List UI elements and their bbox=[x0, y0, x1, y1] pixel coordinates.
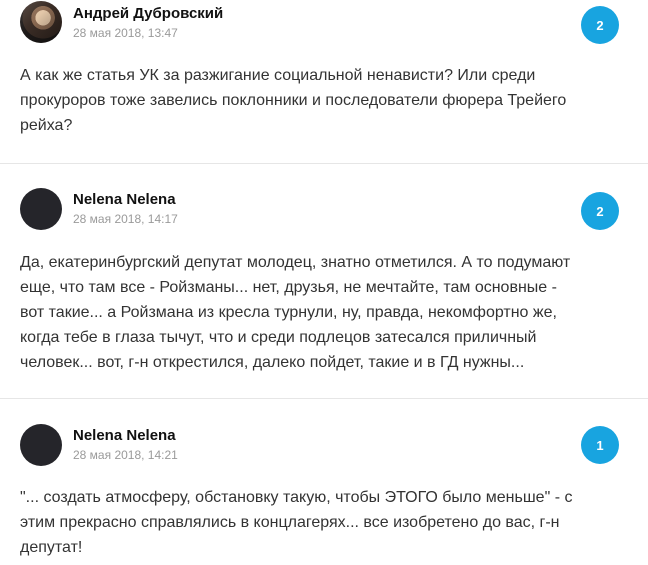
comment-item: Андрей Дубровский 28 мая 2018, 13:47 2 А… bbox=[0, 0, 648, 164]
comment-author[interactable]: Nelena Nelena bbox=[73, 427, 176, 444]
avatar[interactable] bbox=[20, 188, 62, 230]
comment-text-line: этим прекрасно справлялись в концлагерях… bbox=[20, 514, 560, 531]
comment-date: 28 мая 2018, 14:17 bbox=[73, 212, 178, 226]
comment-text-line: еще, что там все - Ройзманы... нет, друз… bbox=[20, 279, 557, 296]
comment-text: Да, екатеринбургский депутат молодец, зн… bbox=[20, 250, 620, 375]
avatar[interactable] bbox=[20, 1, 62, 43]
comment-item: Nelena Nelena 28 мая 2018, 14:21 1 "... … bbox=[0, 399, 648, 565]
comment-text-line: "... создать атмосферу, обстановку такую… bbox=[20, 489, 573, 506]
comment-text-line: Да, екатеринбургский депутат молодец, зн… bbox=[20, 254, 571, 271]
comment-text-line: А как же статья УК за разжигание социаль… bbox=[20, 67, 536, 84]
comment-text-line: депутат! bbox=[20, 539, 83, 556]
comment-date: 28 мая 2018, 13:47 bbox=[73, 26, 178, 40]
comment-date: 28 мая 2018, 14:21 bbox=[73, 448, 178, 462]
comment-text-line: прокуроров тоже завелись поклонники и по… bbox=[20, 92, 567, 109]
comment-text-line: когда тебе в глаза тычут, что и среди по… bbox=[20, 329, 537, 346]
comment-text-line: рейха? bbox=[20, 117, 73, 134]
comment-text: А как же статья УК за разжигание социаль… bbox=[20, 63, 620, 138]
comment-author[interactable]: Nelena Nelena bbox=[73, 191, 176, 208]
comment-author[interactable]: Андрей Дубровский bbox=[73, 5, 223, 22]
reply-count-badge[interactable]: 2 bbox=[581, 6, 619, 44]
reply-count-badge[interactable]: 2 bbox=[581, 192, 619, 230]
reply-count-badge[interactable]: 1 bbox=[581, 426, 619, 464]
avatar[interactable] bbox=[20, 424, 62, 466]
comment-text-line: человек... вот, г-н открестился, далеко … bbox=[20, 354, 525, 371]
comment-text: "... создать атмосферу, обстановку такую… bbox=[20, 485, 620, 560]
comment-text-line: вот такие... а Ройзмана из кресла турнул… bbox=[20, 304, 557, 321]
comment-item: Nelena Nelena 28 мая 2018, 14:17 2 Да, е… bbox=[0, 164, 648, 399]
